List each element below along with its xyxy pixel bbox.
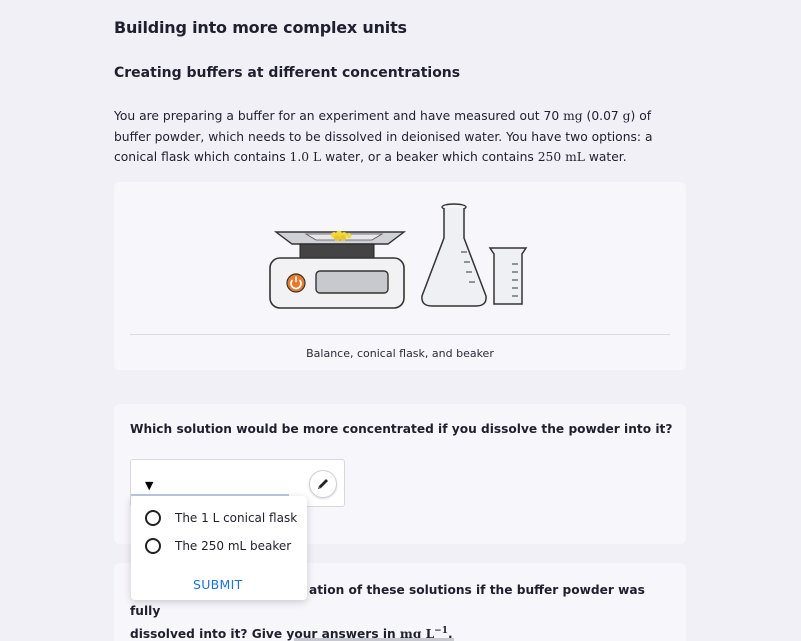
submit-button[interactable]: SUBMIT bbox=[193, 577, 243, 592]
figure-divider bbox=[130, 334, 670, 335]
intro-paragraph: You are preparing a buffer for an experi… bbox=[114, 109, 653, 164]
page-title: Building into more complex units bbox=[114, 18, 407, 37]
dropdown-menu: The 1 L conical flask The 250 mL beaker … bbox=[131, 496, 307, 600]
section-title: Creating buffers at different concentrat… bbox=[114, 65, 461, 81]
option-beaker[interactable]: The 250 mL beaker bbox=[145, 538, 291, 554]
figure-caption: Balance, conical flask, and beaker bbox=[306, 347, 494, 360]
beaker-icon bbox=[488, 247, 528, 305]
radio-button-icon[interactable] bbox=[145, 538, 161, 554]
pencil-glyph bbox=[318, 479, 328, 489]
balance-icon bbox=[269, 230, 407, 309]
conical-flask-icon bbox=[421, 203, 487, 307]
radio-button-icon[interactable] bbox=[145, 510, 161, 526]
figure-card: Balance, conical flask, and beaker bbox=[114, 182, 686, 370]
caret-down-icon[interactable]: ▼ bbox=[145, 479, 153, 492]
pencil-icon[interactable] bbox=[309, 470, 337, 498]
question-text: Which solution would be more concentrate… bbox=[130, 422, 673, 436]
lab-equipment-figure bbox=[269, 203, 528, 309]
option-conical-flask[interactable]: The 1 L conical flask bbox=[145, 510, 297, 526]
